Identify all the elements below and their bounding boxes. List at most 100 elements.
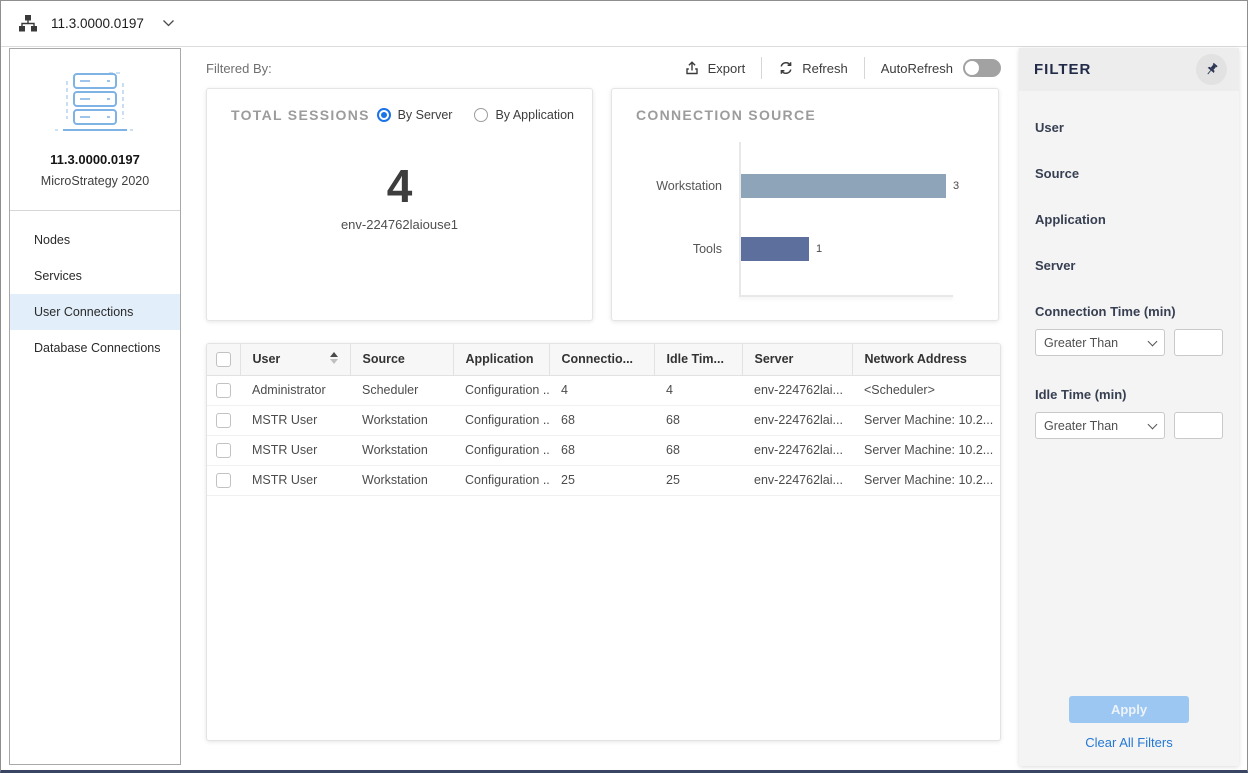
toggle-knob xyxy=(965,61,979,75)
sidebar-nav: NodesServicesUser ConnectionsDatabase Co… xyxy=(10,222,180,366)
table-row[interactable]: MSTR UserWorkstationConfiguration ...252… xyxy=(207,465,1000,495)
radio-by-application[interactable]: By Application xyxy=(474,108,574,122)
radio-icon xyxy=(377,108,391,122)
sidebar-item-user-connections[interactable]: User Connections xyxy=(10,294,180,330)
filter-title: FILTER xyxy=(1034,61,1091,78)
row-checkbox-cell xyxy=(207,435,240,465)
table-cell: Configuration ... xyxy=(453,405,549,435)
table-cell: 25 xyxy=(654,465,742,495)
hierarchy-icon xyxy=(18,14,38,33)
table-cell: Workstation xyxy=(350,435,453,465)
table-header-row: User Source Application Connectio... Idle Ti… xyxy=(207,344,1000,375)
table-cell: Server Machine: 10.2... xyxy=(852,405,1000,435)
toolbar-actions: Export Refresh AutoRefresh xyxy=(684,57,1001,79)
table-panel: User Source Application Connectio... Idle Ti… xyxy=(206,343,1001,741)
column-header-user[interactable]: User xyxy=(240,344,350,375)
connection-source-chart: Workstation 3 Tools 1 xyxy=(612,89,998,320)
chart-y-axis xyxy=(739,142,741,297)
column-header-label: Source xyxy=(363,352,405,366)
table-cell: Workstation xyxy=(350,405,453,435)
session-server-name: env-224762laiouse1 xyxy=(207,217,592,232)
table-cell: <Scheduler> xyxy=(852,375,1000,405)
table-cell: 68 xyxy=(549,405,654,435)
table-row[interactable]: MSTR UserWorkstationConfiguration ...686… xyxy=(207,435,1000,465)
table-cell: MSTR User xyxy=(240,435,350,465)
chart-value-label: 1 xyxy=(816,243,822,255)
connection-source-card: CONNECTION SOURCE Workstation3Tools1 xyxy=(611,88,999,321)
filter-field-source[interactable]: Source xyxy=(1035,166,1223,181)
connection-time-value-input[interactable] xyxy=(1174,329,1223,356)
top-bar: 11.3.0000.0197 xyxy=(1,1,1247,47)
chart-bar-workstation[interactable] xyxy=(741,174,946,198)
radio-icon xyxy=(474,108,488,122)
table-cell: Scheduler xyxy=(350,375,453,405)
sidebar-item-services[interactable]: Services xyxy=(10,258,180,294)
chart-row-tools: Tools 1 xyxy=(612,237,988,261)
filter-field-application[interactable]: Application xyxy=(1035,212,1223,227)
column-header-application[interactable]: Application xyxy=(453,344,549,375)
app-window: 11.3.0000.0197 11.3.0000.0197 Micro xyxy=(0,0,1248,773)
table-cell: Configuration ... xyxy=(453,435,549,465)
column-header-connectio[interactable]: Connectio... xyxy=(549,344,654,375)
radio-label: By Server xyxy=(398,108,453,122)
header-checkbox[interactable] xyxy=(216,352,231,367)
column-header-server[interactable]: Server xyxy=(742,344,852,375)
row-checkbox[interactable] xyxy=(216,383,231,398)
chart-category-label: Workstation xyxy=(612,179,731,193)
header-checkbox-cell xyxy=(207,344,240,375)
clear-all-filters-link[interactable]: Clear All Filters xyxy=(1019,735,1239,750)
column-header-source[interactable]: Source xyxy=(350,344,453,375)
filter-field-user[interactable]: User xyxy=(1035,120,1223,135)
chart-bar-tools[interactable] xyxy=(741,237,809,261)
connection-time-select-wrap: Greater Than xyxy=(1035,329,1165,356)
table-body: AdministratorSchedulerConfiguration ...4… xyxy=(207,375,1000,495)
chart-category-label: Tools xyxy=(612,242,731,256)
connection-time-operator-select[interactable]: Greater Than xyxy=(1035,329,1165,356)
table-cell: 4 xyxy=(654,375,742,405)
chart-value-label: 3 xyxy=(953,180,959,192)
column-header-label: Server xyxy=(755,352,794,366)
autorefresh-toggle[interactable] xyxy=(963,59,1001,77)
idle-time-operator-select[interactable]: Greater Than xyxy=(1035,412,1165,439)
row-checkbox[interactable] xyxy=(216,413,231,428)
toolbar: Filtered By: Export Refresh xyxy=(206,48,1001,88)
pin-button[interactable] xyxy=(1196,54,1227,85)
total-sessions-body: 4 env-224762laiouse1 xyxy=(207,161,592,232)
autorefresh-label: AutoRefresh xyxy=(881,61,953,76)
apply-button[interactable]: Apply xyxy=(1069,696,1189,723)
sidebar-product: MicroStrategy 2020 xyxy=(10,174,180,188)
table-row[interactable]: MSTR UserWorkstationConfiguration ...686… xyxy=(207,405,1000,435)
column-header-label: Connectio... xyxy=(562,352,634,366)
refresh-icon xyxy=(778,60,794,76)
table-cell: Server Machine: 10.2... xyxy=(852,435,1000,465)
filter-field-server[interactable]: Server xyxy=(1035,258,1223,273)
table-row[interactable]: AdministratorSchedulerConfiguration ...4… xyxy=(207,375,1000,405)
pin-icon xyxy=(1204,62,1219,77)
table-cell: 4 xyxy=(549,375,654,405)
idle-time-value-input[interactable] xyxy=(1174,412,1223,439)
row-checkbox-cell xyxy=(207,405,240,435)
sort-icon xyxy=(330,352,338,364)
table-cell: env-224762lai... xyxy=(742,405,852,435)
toolbar-separator xyxy=(761,57,762,79)
environment-dropdown[interactable] xyxy=(162,19,175,28)
row-checkbox[interactable] xyxy=(216,443,231,458)
toolbar-separator xyxy=(864,57,865,79)
filtered-by-label: Filtered By: xyxy=(206,61,272,76)
column-header-label: Application xyxy=(466,352,534,366)
sidebar-item-database-connections[interactable]: Database Connections xyxy=(10,330,180,366)
column-header-network-address[interactable]: Network Address xyxy=(852,344,1000,375)
column-header-label: User xyxy=(253,352,281,366)
row-checkbox[interactable] xyxy=(216,473,231,488)
row-checkbox-cell xyxy=(207,375,240,405)
column-header-idle-tim[interactable]: Idle Tim... xyxy=(654,344,742,375)
radio-by-server[interactable]: By Server xyxy=(377,108,453,122)
filter-body: UserSourceApplicationServer Connection T… xyxy=(1019,120,1239,439)
refresh-button[interactable]: Refresh xyxy=(778,60,848,76)
export-button[interactable]: Export xyxy=(684,60,746,76)
column-header-label: Idle Tim... xyxy=(667,352,724,366)
sidebar-item-nodes[interactable]: Nodes xyxy=(10,222,180,258)
idle-time-select-wrap: Greater Than xyxy=(1035,412,1165,439)
session-count: 4 xyxy=(207,161,592,212)
table-cell: Configuration ... xyxy=(453,375,549,405)
